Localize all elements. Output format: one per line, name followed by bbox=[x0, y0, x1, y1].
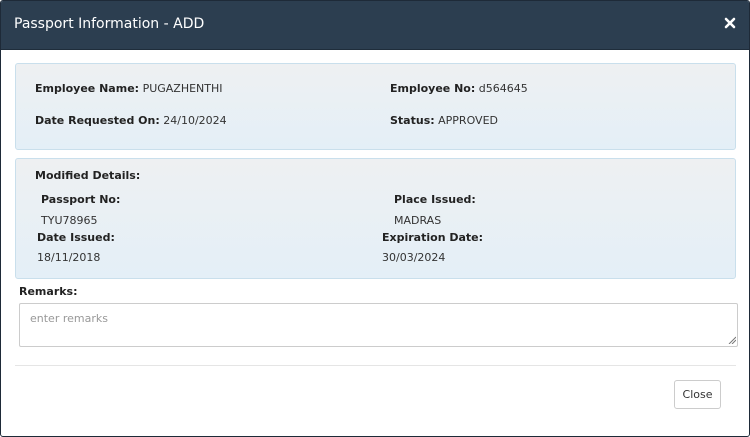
passport-no-value: TYU78965 bbox=[41, 214, 98, 227]
passport-information-dialog: Passport Information - ADD Employee Name… bbox=[0, 0, 750, 437]
place-issued-value: MADRAS bbox=[394, 214, 442, 227]
date-requested-label: Date Requested On: bbox=[35, 114, 160, 127]
dialog-title: Passport Information - ADD bbox=[14, 16, 205, 32]
employee-name-label: Employee Name: bbox=[35, 82, 140, 95]
modified-details-heading: Modified Details: bbox=[35, 169, 141, 182]
dialog-header: Passport Information - ADD bbox=[1, 1, 749, 50]
date-issued-label: Date Issued: bbox=[37, 231, 115, 244]
date-issued-value: 18/11/2018 bbox=[37, 251, 101, 264]
employee-name-value: PUGAZHENTHI bbox=[142, 82, 223, 95]
expiration-date-value: 30/03/2024 bbox=[382, 251, 446, 264]
resize-handle-icon[interactable] bbox=[728, 336, 736, 344]
employee-no-field: Employee No: d564645 bbox=[390, 82, 528, 95]
passport-no-label: Passport No: bbox=[41, 193, 121, 206]
employee-no-label: Employee No: bbox=[390, 82, 476, 95]
employee-no-value: d564645 bbox=[478, 82, 528, 95]
status-value: APPROVED bbox=[438, 114, 498, 127]
employee-summary-panel: Employee Name: PUGAZHENTHI Employee No: … bbox=[15, 63, 736, 150]
date-requested-value: 24/10/2024 bbox=[163, 114, 227, 127]
remarks-label: Remarks: bbox=[19, 285, 78, 298]
modified-details-panel: Modified Details: Passport No: TYU78965 … bbox=[15, 158, 736, 279]
expiration-date-label: Expiration Date: bbox=[382, 231, 484, 244]
remarks-textarea[interactable] bbox=[19, 303, 738, 347]
footer-divider bbox=[15, 365, 736, 366]
status-field: Status: APPROVED bbox=[390, 114, 498, 127]
status-label: Status: bbox=[390, 114, 435, 127]
place-issued-label: Place Issued: bbox=[394, 193, 476, 206]
date-requested-field: Date Requested On: 24/10/2024 bbox=[35, 114, 227, 127]
close-button[interactable]: Close bbox=[674, 380, 721, 409]
employee-name-field: Employee Name: PUGAZHENTHI bbox=[35, 82, 223, 95]
close-icon[interactable] bbox=[722, 15, 738, 31]
